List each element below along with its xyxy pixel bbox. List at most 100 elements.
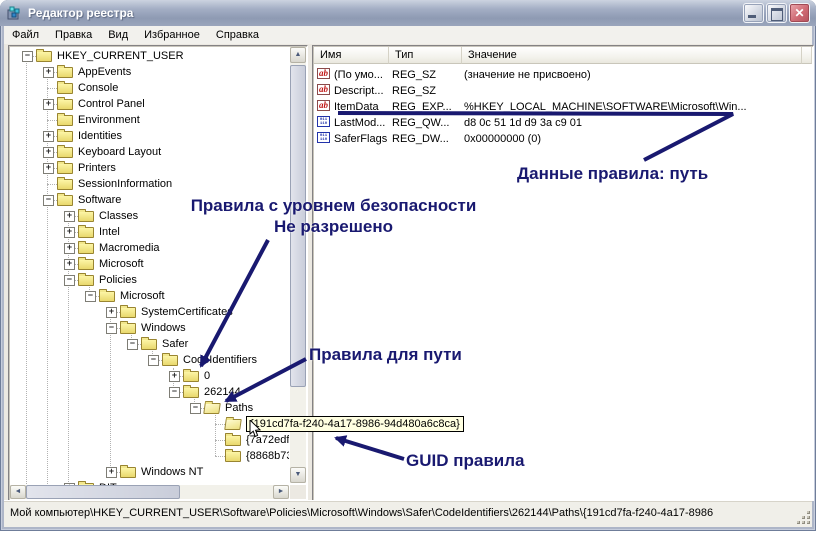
string-value-icon: ab bbox=[317, 100, 330, 111]
status-path: Мой компьютер\HKEY_CURRENT_USER\Software… bbox=[4, 507, 713, 519]
menu-item-edit[interactable]: Правка bbox=[47, 27, 100, 43]
expand-icon[interactable]: + bbox=[106, 307, 117, 318]
tree-key-label: Paths bbox=[223, 401, 255, 415]
tree-key-label: SystemCertificates bbox=[139, 305, 235, 319]
value-name: (По умо... bbox=[334, 68, 383, 82]
expand-icon[interactable]: + bbox=[43, 147, 54, 158]
value-name: Descript... bbox=[334, 84, 384, 98]
expand-icon[interactable]: + bbox=[43, 163, 54, 174]
value-type: REG_QW... bbox=[392, 116, 449, 130]
scroll-right-button[interactable]: ► bbox=[273, 485, 289, 499]
tree-key-label: 262144 bbox=[202, 385, 243, 399]
collapse-icon[interactable]: − bbox=[106, 323, 117, 334]
collapse-icon[interactable]: − bbox=[85, 291, 96, 302]
folder-icon bbox=[57, 83, 73, 94]
string-value-icon: ab bbox=[317, 68, 330, 79]
tree-key-label: Keyboard Layout bbox=[76, 145, 163, 159]
column-header-type[interactable]: Тип bbox=[389, 47, 462, 64]
collapse-icon[interactable]: − bbox=[43, 195, 54, 206]
value-row-descript[interactable]: abDescript...REG_SZ bbox=[314, 83, 812, 99]
annotation-rule-level: Правила с уровнем безопасности Не разреш… bbox=[166, 195, 501, 237]
scroll-up-button[interactable]: ▲ bbox=[290, 47, 306, 63]
folder-icon bbox=[57, 163, 73, 174]
menu-item-view[interactable]: Вид bbox=[100, 27, 136, 43]
collapse-icon[interactable]: − bbox=[148, 355, 159, 366]
tree-key-label: Classes bbox=[97, 209, 140, 223]
tree-key-label: {8868b733 bbox=[244, 449, 289, 463]
value-type: REG_DW... bbox=[392, 132, 449, 146]
status-bar: Мой компьютер\HKEY_CURRENT_USER\Software… bbox=[4, 500, 812, 527]
tree-key-label: Windows NT bbox=[139, 465, 205, 479]
value-row-item[interactable]: ab(По умо...REG_SZ(значение не присвоено… bbox=[314, 67, 812, 83]
tree-key-label: 0 bbox=[202, 369, 212, 383]
column-header-blank[interactable] bbox=[802, 47, 812, 64]
tree-horizontal-scrollbar: ◄ ► bbox=[10, 485, 289, 499]
tree-key-label: Printers bbox=[76, 161, 118, 175]
title-bar[interactable]: Редактор реестра ✕ bbox=[0, 0, 816, 26]
tree-key-label: HKEY_CURRENT_USER bbox=[55, 49, 186, 63]
tree-key-label: Software bbox=[76, 193, 123, 207]
tree-key-label: {7a72edfb bbox=[244, 433, 289, 447]
tree-guide-line bbox=[110, 312, 111, 472]
scroll-down-button[interactable]: ▼ bbox=[290, 467, 306, 483]
expand-icon[interactable]: + bbox=[43, 99, 54, 110]
menu-item-help[interactable]: Справка bbox=[208, 27, 267, 43]
folder-icon bbox=[57, 99, 73, 110]
column-header-value[interactable]: Значение bbox=[462, 47, 802, 64]
scroll-left-button[interactable]: ◄ bbox=[10, 485, 26, 499]
value-data: 0x00000000 (0) bbox=[464, 132, 541, 146]
value-row-saferflags[interactable]: 011110SaferFlagsREG_DW...0x00000000 (0) bbox=[314, 131, 812, 147]
folder-icon bbox=[120, 323, 136, 334]
value-row-itemdata[interactable]: abItemDataREG_EXP...%HKEY_LOCAL_MACHINE\… bbox=[314, 99, 812, 115]
resize-grip[interactable] bbox=[798, 512, 810, 524]
value-type: REG_SZ bbox=[392, 84, 436, 98]
folder-icon bbox=[57, 179, 73, 190]
menu-item-favorites[interactable]: Избранное bbox=[136, 27, 208, 43]
binary-value-icon: 011110 bbox=[317, 116, 330, 127]
expand-icon[interactable]: + bbox=[106, 467, 117, 478]
expand-icon[interactable]: + bbox=[64, 243, 75, 254]
folder-icon bbox=[78, 259, 94, 270]
expand-icon[interactable]: + bbox=[43, 131, 54, 142]
folder-icon bbox=[57, 195, 73, 206]
maximize-button[interactable] bbox=[766, 3, 787, 23]
tree-key-label: Policies bbox=[97, 273, 139, 287]
expand-icon[interactable]: + bbox=[64, 227, 75, 238]
value-name: SaferFlags bbox=[334, 132, 387, 146]
tree-key-label: Intel bbox=[97, 225, 122, 239]
collapse-icon[interactable]: − bbox=[127, 339, 138, 350]
values-column-headers: ИмяТипЗначение bbox=[314, 47, 812, 64]
folder-icon bbox=[120, 467, 136, 478]
folder-icon bbox=[225, 435, 241, 446]
expand-icon[interactable]: + bbox=[169, 371, 180, 382]
tree-guide-line bbox=[215, 410, 216, 456]
expand-icon[interactable]: + bbox=[43, 67, 54, 78]
collapse-icon[interactable]: − bbox=[169, 387, 180, 398]
menu-item-file[interactable]: Файл bbox=[4, 27, 47, 43]
folder-icon bbox=[183, 371, 199, 382]
close-button[interactable]: ✕ bbox=[789, 3, 810, 23]
expand-icon[interactable]: + bbox=[64, 259, 75, 270]
expand-icon[interactable]: + bbox=[64, 211, 75, 222]
horizontal-scroll-thumb[interactable] bbox=[26, 485, 180, 499]
value-row-lastmod[interactable]: 011110LastMod...REG_QW...d8 0c 51 1d d9 … bbox=[314, 115, 812, 131]
tree-key-label: Control Panel bbox=[76, 97, 147, 111]
value-type: REG_EXP... bbox=[392, 100, 452, 114]
collapse-icon[interactable]: − bbox=[190, 403, 201, 414]
column-header-name[interactable]: Имя bbox=[314, 47, 389, 64]
folder-icon bbox=[78, 211, 94, 222]
collapse-icon[interactable]: − bbox=[64, 275, 75, 286]
annotation-rule-guid: GUID правила bbox=[406, 450, 525, 471]
folder-icon bbox=[120, 307, 136, 318]
tree-key-label: Microsoft bbox=[118, 289, 167, 303]
value-type: REG_SZ bbox=[392, 68, 436, 82]
tree-key-label: AppEvents bbox=[76, 65, 133, 79]
registry-app-icon bbox=[7, 5, 23, 21]
minimize-button[interactable] bbox=[743, 3, 764, 23]
collapse-icon[interactable]: − bbox=[22, 51, 33, 62]
close-icon: ✕ bbox=[794, 6, 804, 20]
value-name: LastMod... bbox=[334, 116, 385, 130]
maximize-icon bbox=[771, 8, 783, 21]
registry-tree-pane: −HKEY_CURRENT_USER+AppEventsConsole+Cont… bbox=[8, 45, 308, 501]
tree-key-label: CodeIdentifiers bbox=[181, 353, 259, 367]
